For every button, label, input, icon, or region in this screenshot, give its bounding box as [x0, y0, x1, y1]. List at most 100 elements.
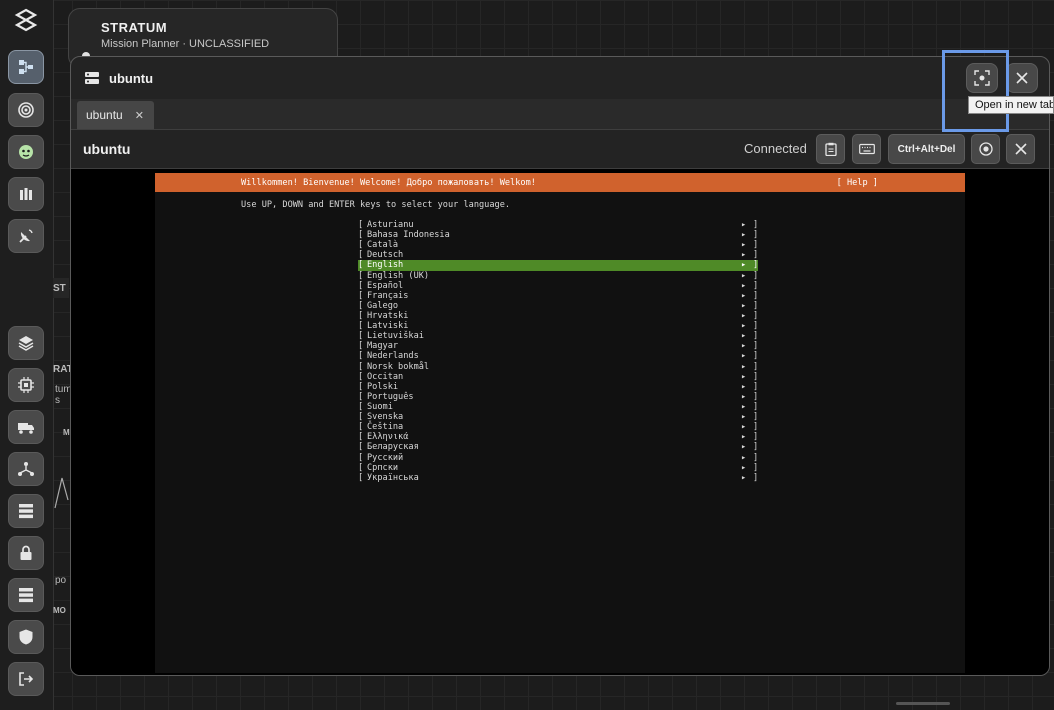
tab-bar: ubuntu ✕: [71, 99, 1049, 130]
language-option[interactable]: [Norsk bokmål ▸]: [358, 362, 758, 372]
bracket-open: [: [358, 472, 364, 483]
rail-shield-button[interactable]: [8, 620, 44, 654]
rail-lock-button[interactable]: [8, 536, 44, 570]
bracket-close: ]: [753, 452, 759, 463]
language-option-label: English (UK): [367, 270, 430, 281]
rail-satellite-button[interactable]: [8, 219, 44, 253]
bracket-close: ]: [753, 351, 759, 362]
rail-chip-button[interactable]: [8, 368, 44, 402]
bg-fragment-mo: MO: [53, 606, 66, 615]
rail-mission-plan-button[interactable]: [8, 50, 44, 84]
bg-fragment-st: ST: [53, 283, 66, 294]
server-list-icon: [19, 504, 33, 519]
language-option-label: Hrvatski: [367, 310, 409, 321]
keyboard-button[interactable]: [852, 134, 881, 164]
rail-bug-button[interactable]: [8, 135, 44, 169]
language-option-label: Español: [367, 280, 404, 291]
terminal-screen[interactable]: Willkommen! Bienvenue! Welcome! Добро по…: [155, 173, 965, 673]
rail-servers-button[interactable]: [8, 578, 44, 612]
language-option[interactable]: [Português ▸]: [358, 392, 758, 402]
language-option[interactable]: [Čeština ▸]: [358, 422, 758, 432]
language-option[interactable]: [English (UK) ▸]: [358, 271, 758, 281]
tab-ubuntu[interactable]: ubuntu ✕: [77, 101, 154, 129]
language-option[interactable]: [Polski ▸]: [358, 382, 758, 392]
language-option[interactable]: [Asturianu ▸]: [358, 220, 758, 230]
language-option[interactable]: [Lietuviškai ▸]: [358, 331, 758, 341]
arrow-right-icon: ▸: [741, 280, 747, 291]
stratum-logo-icon[interactable]: [13, 8, 39, 34]
rail-target-button[interactable]: [8, 93, 44, 127]
language-option[interactable]: [Latviski ▸]: [358, 321, 758, 331]
bracket-close: ]: [753, 290, 759, 301]
stratum-subtitle: Mission Planner · UNCLASSIFIED: [101, 38, 270, 50]
language-option-label: English: [367, 260, 404, 271]
language-option[interactable]: [Català ▸]: [358, 240, 758, 250]
language-option[interactable]: [Nederlands ▸]: [358, 351, 758, 361]
satellite-dish-icon: [19, 229, 33, 243]
bracket-open: [: [358, 371, 364, 382]
target-icon: [18, 102, 34, 118]
rail-layers-button[interactable]: [8, 326, 44, 360]
bracket-close: ]: [753, 442, 759, 453]
language-option[interactable]: [English ▸]: [358, 260, 759, 271]
language-option[interactable]: [Hrvatski ▸]: [358, 311, 758, 321]
language-option[interactable]: [Svenska ▸]: [358, 412, 758, 422]
rail-ammo-button[interactable]: [8, 177, 44, 211]
rail-network-button[interactable]: [8, 452, 44, 486]
bracket-open: [: [358, 280, 364, 291]
tab-label: ubuntu: [86, 108, 123, 122]
arrow-right-icon: ▸: [741, 412, 747, 423]
language-option-label: Беларуская: [367, 442, 419, 453]
language-option[interactable]: [Suomi ▸]: [358, 402, 758, 412]
bracket-close: ]: [753, 381, 759, 392]
ctrl-alt-del-button[interactable]: Ctrl+Alt+Del: [888, 134, 965, 164]
tab-close-icon[interactable]: ✕: [135, 109, 144, 122]
bracket-close: ]: [753, 391, 759, 402]
language-option-label: Occitan: [367, 371, 404, 382]
remote-console-window: ubuntu ubuntu ✕ ubuntu Connected Ctrl+Al…: [70, 56, 1050, 676]
arrow-right-icon: ▸: [741, 442, 747, 453]
disconnect-button[interactable]: [1006, 134, 1035, 164]
language-instructions: Use UP, DOWN and ENTER keys to select yo…: [241, 200, 511, 210]
language-option[interactable]: [Беларуская ▸]: [358, 442, 758, 452]
bracket-close: ]: [753, 280, 759, 291]
rail-truck-button[interactable]: [8, 410, 44, 444]
language-option-label: Norsk bokmål: [367, 361, 430, 372]
clipboard-button[interactable]: [816, 134, 845, 164]
bg-fragment-m: M: [63, 428, 70, 437]
language-option[interactable]: [Deutsch ▸]: [358, 250, 758, 260]
bracket-close: ]: [753, 240, 759, 251]
language-option[interactable]: [Occitan ▸]: [358, 372, 758, 382]
rail-logout-button[interactable]: [8, 662, 44, 696]
language-option[interactable]: [Русский ▸]: [358, 453, 758, 463]
bracket-open: [: [358, 442, 364, 453]
stratum-title: STRATUM: [101, 20, 168, 35]
help-button[interactable]: [ Help ]: [837, 178, 878, 188]
language-option[interactable]: [Magyar ▸]: [358, 341, 758, 351]
close-window-button[interactable]: [1006, 63, 1038, 93]
bg-fragment-s: s: [55, 395, 60, 406]
language-option[interactable]: [Bahasa Indonesia ▸]: [358, 230, 758, 240]
bracket-open: [: [358, 321, 364, 332]
language-option-label: Српски: [367, 462, 399, 473]
language-option[interactable]: [Ελληνικά ▸]: [358, 432, 758, 442]
language-option-label: Nederlands: [367, 351, 419, 362]
language-option[interactable]: [Српски ▸]: [358, 463, 758, 473]
bracket-open: [: [358, 401, 364, 412]
language-option[interactable]: [Українська ▸]: [358, 473, 758, 483]
bracket-open: [: [358, 361, 364, 372]
language-option[interactable]: [Español ▸]: [358, 281, 758, 291]
bracket-close: ]: [753, 260, 759, 271]
record-button[interactable]: [971, 134, 1000, 164]
arrow-right-icon: ▸: [741, 361, 747, 372]
rail-list-button[interactable]: [8, 494, 44, 528]
bracket-open: [: [358, 381, 364, 392]
installer-banner: Willkommen! Bienvenue! Welcome! Добро по…: [155, 173, 965, 192]
bg-fragment-po: po: [55, 575, 67, 586]
arrow-right-icon: ▸: [741, 452, 747, 463]
language-option[interactable]: [Galego ▸]: [358, 301, 758, 311]
bracket-close: ]: [753, 310, 759, 321]
horizontal-scrollbar[interactable]: [896, 702, 950, 705]
language-option[interactable]: [Français ▸]: [358, 291, 758, 301]
window-header: ubuntu: [71, 57, 1049, 100]
